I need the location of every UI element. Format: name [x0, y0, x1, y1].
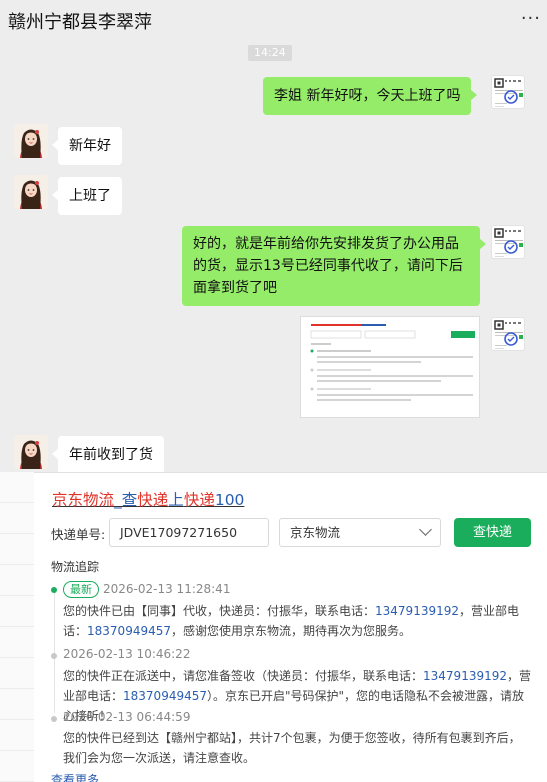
timeline-dot — [51, 716, 57, 722]
message-bubble-outgoing[interactable]: 好的，就是年前给你先安排发货了办公用品的货，显示13号已经同事代收了，请问下后面… — [182, 226, 486, 306]
qr-avatar-icon[interactable] — [491, 75, 525, 109]
track-record-text: 您的快件已由【同事】代收，快递员：付振华，联系电话：13479139192，营业… — [63, 604, 520, 638]
girl-avatar-icon[interactable] — [14, 175, 48, 209]
track-record-header: 最新 2026-02-13 11:28:41 — [63, 581, 230, 598]
station-phone-link[interactable]: 18370949457 — [123, 689, 207, 703]
timeline-dot-latest — [51, 587, 57, 593]
track-time: 2026-02-13 11:28:41 — [103, 582, 231, 596]
search-express-button[interactable]: 查快递 — [454, 518, 531, 547]
logistics-panel: 京东物流_查快递上快递100 快递单号: JDVE17097271650 京东物… — [34, 475, 547, 782]
shared-screenshot-thumbnail[interactable] — [300, 316, 480, 418]
tracking-number-input[interactable]: JDVE17097271650 — [109, 518, 269, 547]
qr-avatar-icon[interactable] — [491, 225, 525, 259]
message-bubble-incoming[interactable]: 新年好 — [52, 127, 122, 165]
qr-avatar-icon[interactable] — [491, 317, 525, 351]
chat-area[interactable]: 14:24 李姐 新年好呀，今天上班了吗 新年好 上班了 好的，就是年前给你先安… — [0, 40, 547, 474]
station-phone-link[interactable]: 18370949457 — [87, 624, 171, 638]
message-text: 李姐 新年好呀，今天上班了吗 — [274, 88, 461, 104]
timeline-dot — [51, 653, 57, 659]
chat-title: 赣州宁都县李翠萍 — [8, 12, 152, 33]
logistics-title-link[interactable]: 京东物流_查快递上快递100 — [52, 488, 244, 510]
see-more-link[interactable]: 查看更多 — [51, 771, 99, 782]
tracking-number-label: 快递单号: — [51, 527, 106, 542]
courier-phone-link[interactable]: 13479139192 — [375, 604, 459, 618]
message-timestamp: 14:24 — [248, 45, 292, 61]
girl-avatar-icon[interactable] — [14, 124, 48, 158]
carrier-select[interactable]: 京东物流 — [279, 518, 441, 547]
chat-header: 赣州宁都县李翠萍 ··· — [0, 0, 547, 40]
carrier-select-value: 京东物流 — [290, 525, 341, 540]
track-time: 2026-02-13 06:44:59 — [63, 710, 191, 724]
message-bubble-incoming[interactable]: 上班了 — [52, 177, 122, 215]
message-text: 年前收到了货 — [69, 447, 153, 463]
track-record-text: 您的快件已经到达【赣州宁都站】，共计7个包裹，为便于您签收，待所有包裹到齐后，我… — [63, 731, 521, 765]
message-bubble-incoming[interactable]: 年前收到了货 — [52, 436, 164, 474]
message-bubble-outgoing[interactable]: 李姐 新年好呀，今天上班了吗 — [263, 77, 478, 115]
message-text: 好的，就是年前给你先安排发货了办公用品的货，显示13号已经同事代收了，请问下后面… — [193, 236, 463, 296]
message-text: 上班了 — [69, 188, 111, 204]
girl-avatar-icon[interactable] — [14, 435, 48, 469]
track-time: 2026-02-13 10:46:22 — [63, 647, 191, 661]
message-text: 新年好 — [69, 138, 111, 154]
latest-badge: 最新 — [63, 581, 99, 598]
divider — [0, 472, 547, 473]
chevron-down-icon — [419, 523, 432, 536]
more-options-button[interactable]: ··· — [521, 8, 541, 29]
tracking-section-title: 物流追踪 — [51, 560, 100, 574]
background-strip — [0, 472, 34, 782]
courier-phone-link[interactable]: 13479139192 — [423, 669, 507, 683]
